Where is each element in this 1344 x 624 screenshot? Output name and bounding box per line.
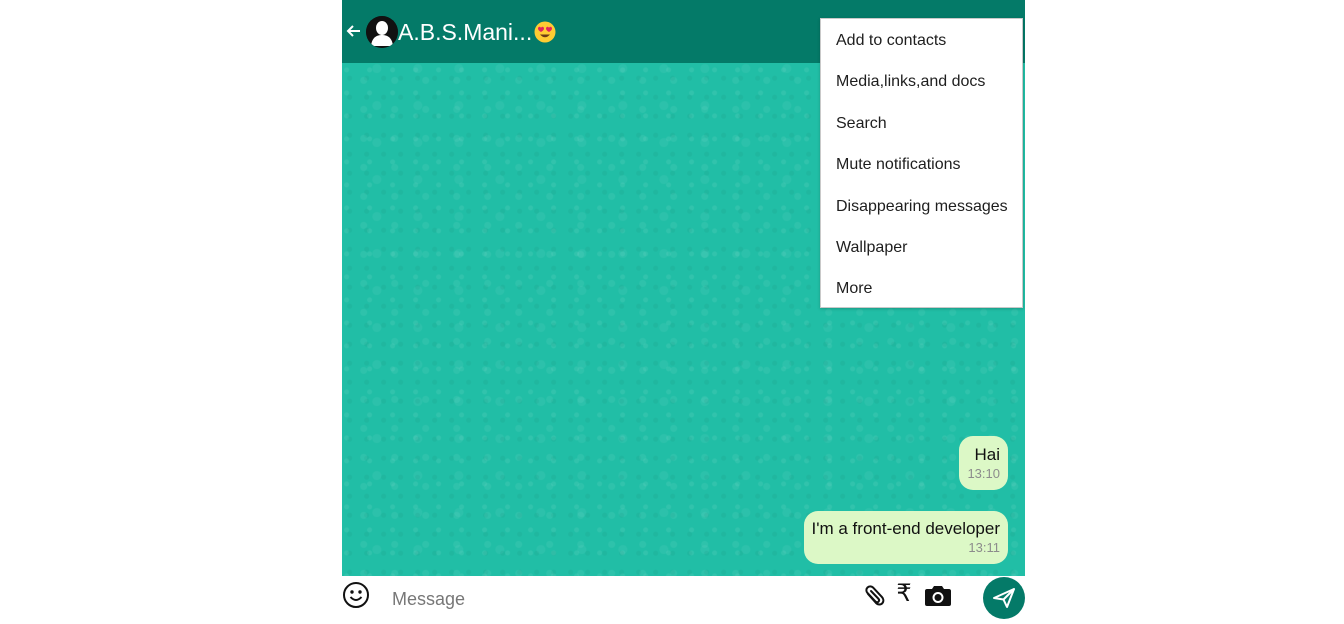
menu-item-add-to-contacts[interactable]: Add to contacts: [821, 20, 1022, 61]
heart-eyes-emoji-icon: [534, 21, 556, 43]
menu-item-disappearing-messages[interactable]: Disappearing messages: [821, 186, 1022, 227]
send-button[interactable]: [983, 577, 1025, 619]
message-input[interactable]: [390, 586, 854, 612]
smiley-icon[interactable]: [342, 581, 370, 609]
message-bubble[interactable]: I'm a front-end developer 13:11: [803, 511, 1008, 564]
menu-item-wallpaper[interactable]: Wallpaper: [821, 227, 1022, 268]
message-time: 13:10: [967, 466, 1000, 481]
message-text: I'm a front-end developer: [811, 519, 1000, 538]
paperclip-icon[interactable]: [862, 584, 886, 610]
back-arrow-icon[interactable]: [345, 20, 363, 42]
rupee-icon[interactable]: ₹: [894, 580, 914, 608]
message-text: Hai: [974, 445, 1000, 464]
contact-name[interactable]: A.B.S.Mani...: [398, 17, 532, 47]
contact-avatar-icon[interactable]: [366, 16, 398, 48]
send-icon: [993, 588, 1015, 608]
camera-icon[interactable]: [923, 584, 953, 608]
menu-item-more[interactable]: More: [821, 268, 1022, 309]
message-time: 13:11: [968, 540, 1000, 555]
message-bubble[interactable]: Hai 13:10: [959, 436, 1008, 490]
menu-item-mute-notifications[interactable]: Mute notifications: [821, 144, 1022, 185]
chat-app: A.B.S.Mani... Hai 13:10 I'm a front-end …: [342, 0, 1025, 624]
menu-item-search[interactable]: Search: [821, 103, 1022, 144]
menu-item-media-links-docs[interactable]: Media,links,and docs: [821, 61, 1022, 102]
overflow-menu: Add to contacts Media,links,and docs Sea…: [820, 18, 1023, 308]
message-composer: ₹: [342, 576, 1025, 624]
